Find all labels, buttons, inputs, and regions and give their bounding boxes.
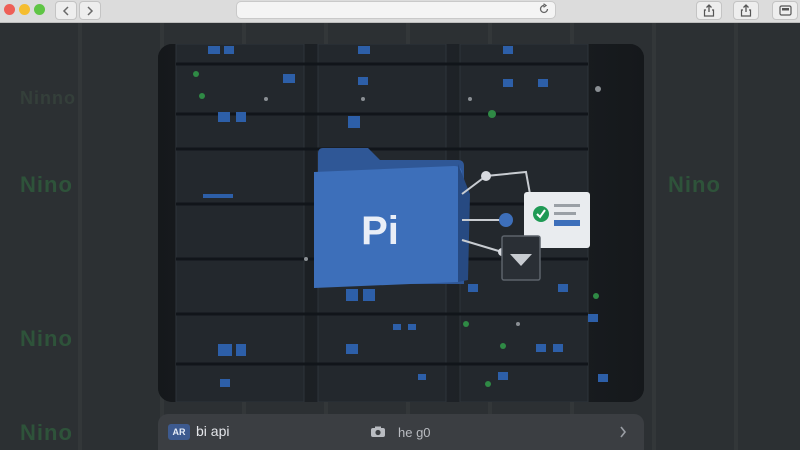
watermark-text: Nino [668, 172, 721, 197]
media-caption-bar[interactable]: AR bi api he g0 [158, 414, 644, 450]
watermark-text: Ninno [20, 88, 76, 108]
tabs-button[interactable] [772, 1, 798, 20]
back-icon [62, 5, 69, 16]
camera-icon [371, 426, 385, 437]
share-icon [703, 4, 715, 17]
watermark-text: Nino [20, 420, 73, 445]
share-button-secondary[interactable] [733, 1, 759, 20]
browser-toolbar [0, 0, 800, 23]
share-icon [740, 4, 752, 17]
chevron-right-icon[interactable] [619, 426, 627, 438]
forward-icon [87, 5, 94, 16]
window-maximize-button[interactable] [34, 4, 45, 15]
watermark-text: Nino [20, 172, 73, 197]
address-bar[interactable] [236, 1, 556, 19]
forward-button[interactable] [79, 1, 101, 20]
server-rack-illustration: Pi [158, 44, 644, 402]
window-minimize-button[interactable] [19, 4, 30, 15]
caption-subtitle: he g0 [398, 425, 431, 440]
folder-label: Pi [361, 209, 399, 253]
share-button[interactable] [696, 1, 722, 20]
caption-title: bi api [196, 423, 230, 439]
window-close-button[interactable] [4, 4, 15, 15]
folder-icon: Pi [314, 148, 470, 288]
back-button[interactable] [55, 1, 77, 20]
tabs-icon [778, 5, 792, 16]
hero-image-card: Pi [158, 44, 644, 402]
reload-icon[interactable] [538, 3, 550, 15]
watermark-text: Nino [20, 326, 73, 351]
source-badge: AR [168, 424, 190, 440]
